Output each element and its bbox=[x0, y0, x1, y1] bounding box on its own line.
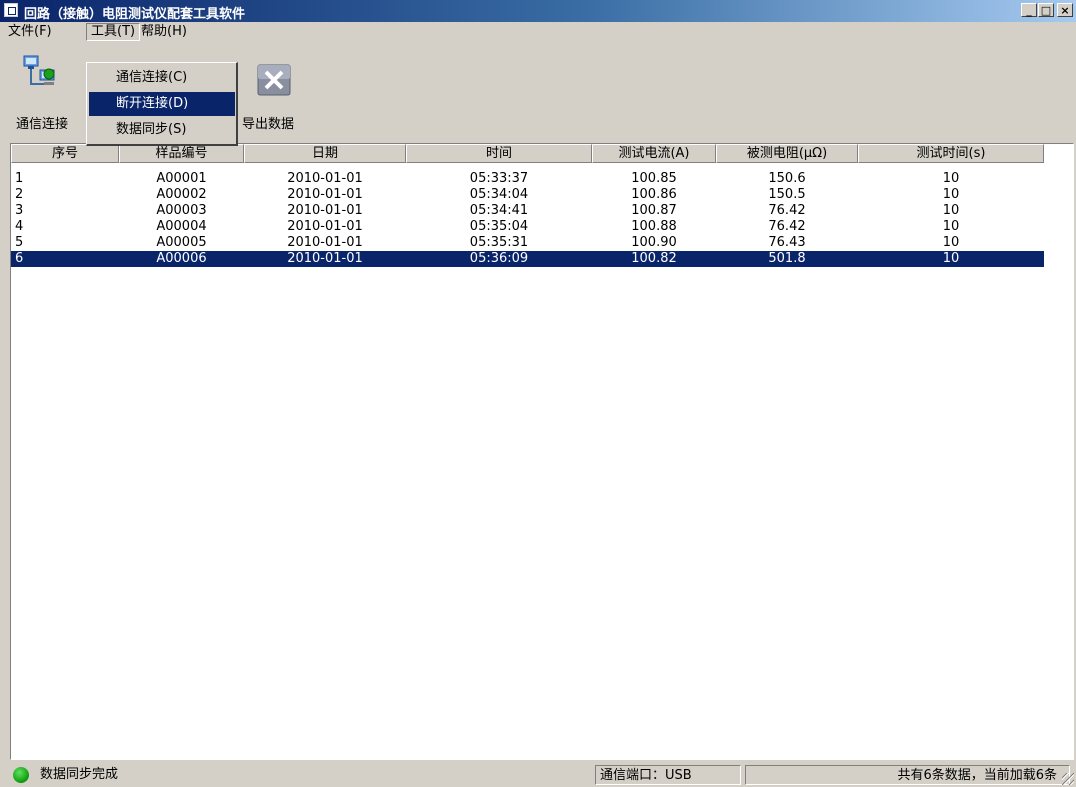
data-table[interactable]: 序号 样品编号 日期 时间 测试电流(A) 被测电阻(μΩ) 测试时间(s) 1… bbox=[10, 143, 1074, 760]
cell-current: 100.85 bbox=[631, 171, 677, 186]
menu-item-disconnect[interactable]: 断开连接(D) bbox=[89, 92, 235, 116]
menu-bar: 文件(F) 工具(T) 帮助(H) bbox=[0, 22, 1076, 42]
export-toolbar-button[interactable]: 导出数据 bbox=[238, 42, 298, 142]
cell-date: 2010-01-01 bbox=[287, 203, 363, 218]
cell-index: 6 bbox=[15, 251, 24, 266]
window-title: 回路（接触）电阻测试仪配套工具软件 bbox=[24, 7, 246, 22]
cell-time: 05:34:41 bbox=[469, 203, 529, 218]
resize-grip-icon[interactable] bbox=[1062, 773, 1074, 785]
cell-test-duration: 10 bbox=[942, 171, 960, 186]
cell-resistance: 76.42 bbox=[768, 219, 806, 234]
status-bar: 数据同步完成 通信端口：USB 共有6条数据，当前加载6条 bbox=[0, 763, 1076, 787]
cell-sample-id: A00001 bbox=[156, 171, 207, 186]
cell-time: 05:33:37 bbox=[469, 171, 529, 186]
column-header-sample-id[interactable]: 样品编号 bbox=[119, 144, 244, 163]
cell-current: 100.86 bbox=[631, 187, 677, 202]
cell-index: 2 bbox=[15, 187, 24, 202]
menu-tools[interactable]: 工具(T) bbox=[86, 23, 141, 41]
cell-test-duration: 10 bbox=[942, 235, 960, 250]
cell-time: 05:34:04 bbox=[469, 187, 529, 202]
status-port: 通信端口：USB bbox=[595, 765, 741, 785]
cell-time: 05:35:31 bbox=[469, 235, 529, 250]
minimize-button[interactable]: _ bbox=[1021, 3, 1037, 17]
cell-index: 4 bbox=[15, 219, 24, 234]
cell-index: 5 bbox=[15, 235, 24, 250]
cell-sample-id: A00005 bbox=[156, 235, 207, 250]
cell-resistance: 150.6 bbox=[768, 171, 806, 186]
cell-resistance: 501.8 bbox=[768, 251, 806, 266]
cell-current: 100.88 bbox=[631, 219, 677, 234]
cell-index: 3 bbox=[15, 203, 24, 218]
cell-date: 2010-01-01 bbox=[287, 171, 363, 186]
table-row[interactable]: 4 A00004 2010-01-01 05:35:04 100.88 76.42 10 bbox=[11, 219, 1044, 235]
cell-test-duration: 10 bbox=[942, 219, 960, 234]
cell-date: 2010-01-01 bbox=[287, 251, 363, 266]
cell-current: 100.82 bbox=[631, 251, 677, 266]
table-row[interactable]: 1 A00001 2010-01-01 05:33:37 100.85 150.6 10 bbox=[11, 171, 1044, 187]
column-header-index[interactable]: 序号 bbox=[11, 144, 119, 163]
title-bar: 回路（接触）电阻测试仪配套工具软件 _ □ × bbox=[0, 0, 1076, 22]
cell-current: 100.90 bbox=[631, 235, 677, 250]
cell-test-duration: 10 bbox=[942, 251, 960, 266]
cell-test-duration: 10 bbox=[942, 187, 960, 202]
cell-index: 1 bbox=[15, 171, 24, 186]
cell-sample-id: A00006 bbox=[156, 251, 207, 266]
table-row[interactable]: 3 A00003 2010-01-01 05:34:41 100.87 76.42 10 bbox=[11, 203, 1044, 219]
connect-toolbar-label: 通信连接 bbox=[15, 117, 68, 132]
status-indicator-icon bbox=[13, 767, 29, 783]
status-record-count: 共有6条数据，当前加载6条 bbox=[745, 765, 1070, 785]
cell-sample-id: A00003 bbox=[156, 203, 207, 218]
connect-toolbar-button[interactable]: 通信连接 bbox=[0, 42, 84, 142]
cell-sample-id: A00002 bbox=[156, 187, 207, 202]
app-icon[interactable] bbox=[4, 3, 18, 17]
table-row[interactable]: 6 A00006 2010-01-01 05:36:09 100.82 501.8 10 bbox=[11, 251, 1044, 267]
menu-help[interactable]: 帮助(H) bbox=[137, 24, 191, 40]
maximize-button[interactable]: □ bbox=[1038, 3, 1054, 17]
excel-export-icon bbox=[257, 64, 291, 96]
tools-dropdown-menu: 通信连接(C) 断开连接(D) 数据同步(S) bbox=[86, 62, 238, 146]
cell-current: 100.87 bbox=[631, 203, 677, 218]
export-toolbar-label: 导出数据 bbox=[241, 117, 294, 132]
menu-item-connect[interactable]: 通信连接(C) bbox=[89, 66, 235, 90]
cell-resistance: 76.43 bbox=[768, 235, 806, 250]
close-button[interactable]: × bbox=[1057, 3, 1073, 17]
column-header-date[interactable]: 日期 bbox=[244, 144, 406, 163]
cell-resistance: 150.5 bbox=[768, 187, 806, 202]
column-header-current[interactable]: 测试电流(A) bbox=[592, 144, 716, 163]
menu-file[interactable]: 文件(F) bbox=[4, 24, 56, 40]
cell-date: 2010-01-01 bbox=[287, 235, 363, 250]
status-message: 数据同步完成 bbox=[40, 767, 119, 782]
column-header-resistance[interactable]: 被测电阻(μΩ) bbox=[716, 144, 858, 163]
column-header-test-duration[interactable]: 测试时间(s) bbox=[858, 144, 1044, 163]
cell-time: 05:36:09 bbox=[469, 251, 529, 266]
column-header-time[interactable]: 时间 bbox=[406, 144, 592, 163]
network-connect-icon bbox=[23, 55, 55, 85]
menu-item-sync[interactable]: 数据同步(S) bbox=[89, 118, 235, 142]
cell-date: 2010-01-01 bbox=[287, 219, 363, 234]
cell-resistance: 76.42 bbox=[768, 203, 806, 218]
cell-date: 2010-01-01 bbox=[287, 187, 363, 202]
cell-time: 05:35:04 bbox=[469, 219, 529, 234]
cell-test-duration: 10 bbox=[942, 203, 960, 218]
cell-sample-id: A00004 bbox=[156, 219, 207, 234]
table-row[interactable]: 2 A00002 2010-01-01 05:34:04 100.86 150.5 10 bbox=[11, 187, 1044, 203]
table-row[interactable]: 5 A00005 2010-01-01 05:35:31 100.90 76.43 10 bbox=[11, 235, 1044, 251]
